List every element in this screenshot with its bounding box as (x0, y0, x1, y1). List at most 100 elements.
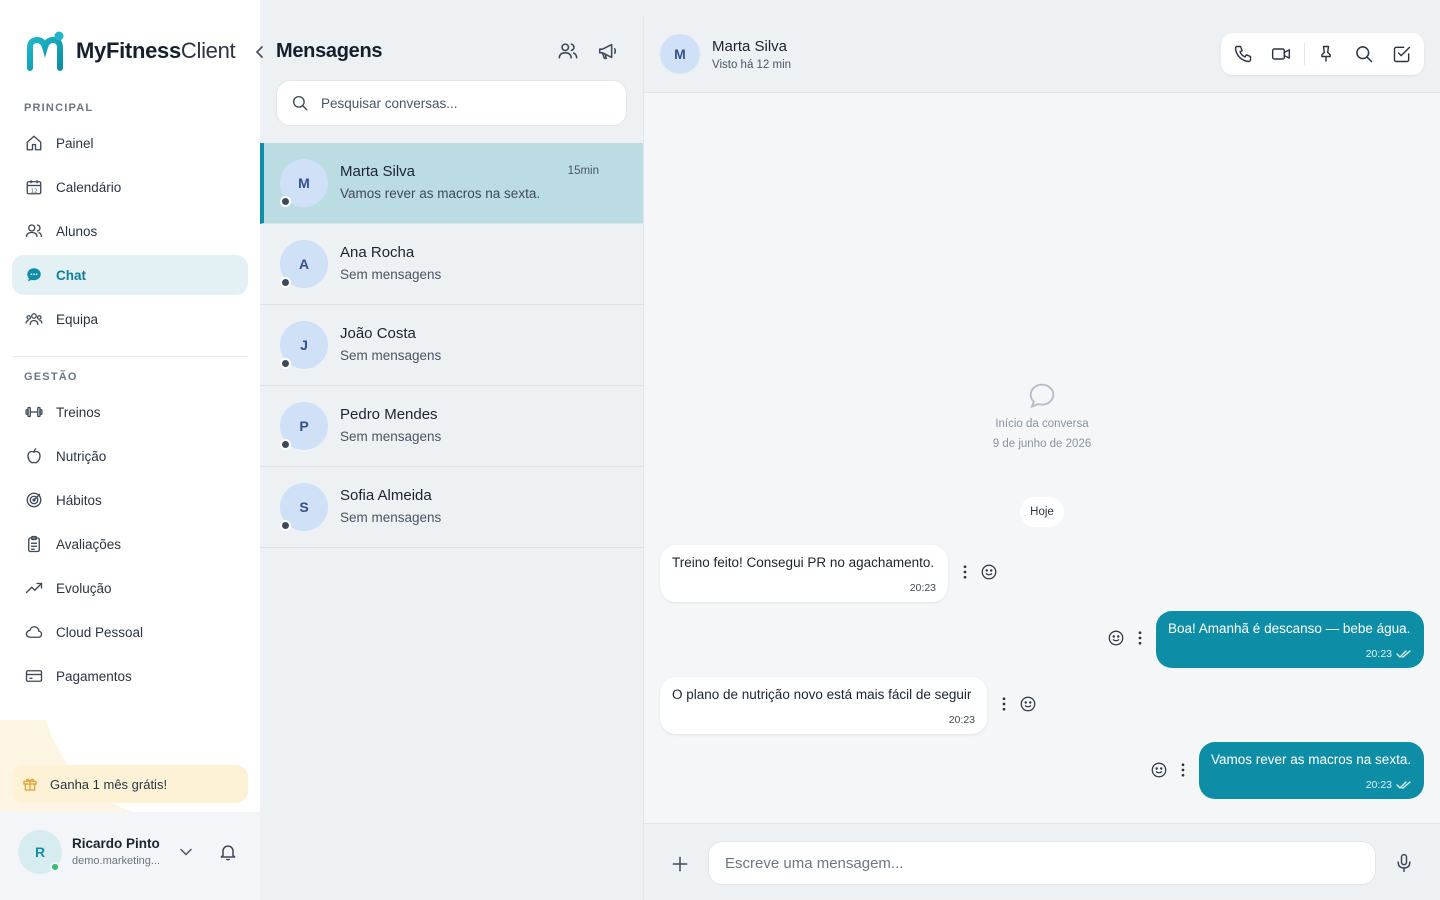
sidebar: MyFitnessClient PRINCIPAL Painel 12 Cale… (0, 0, 260, 900)
conversation-name: Marta Silva (340, 163, 416, 180)
message-text: Treino feito! Consegui PR no agachamento… (672, 555, 935, 570)
sidebar-item-label: Calendário (56, 179, 122, 195)
conversation-name: Ana Rocha (340, 244, 415, 261)
promo-banner[interactable]: Ganha 1 mês grátis! (12, 765, 248, 803)
video-camera-icon[interactable] (1271, 44, 1291, 64)
sidebar-item-pagamentos[interactable]: Pagamentos (12, 656, 248, 696)
sidebar-item-label: Cloud Pessoal (56, 624, 144, 640)
sidebar-item-label: Nutrição (56, 448, 107, 464)
emoji-icon[interactable] (1107, 629, 1125, 647)
message-text: Boa! Amanhã é descanso — bebe água. (1168, 621, 1411, 636)
conversation-start-label: Início da conversa (995, 418, 1089, 430)
microphone-icon[interactable] (1394, 853, 1414, 873)
conversation-time: 15min (567, 165, 599, 177)
sidebar-item-evolucao[interactable]: Evolução (12, 568, 248, 608)
user-card[interactable]: R Ricardo Pinto demo.marketing... (0, 812, 260, 900)
contact-status: Visto há 12 min (712, 59, 792, 71)
chat-bubble-icon (1026, 380, 1058, 412)
status-dot (280, 439, 291, 450)
group-users-icon[interactable] (557, 40, 579, 62)
conversation-preview: Sem mensagens (340, 348, 442, 363)
sidebar-item-nutricao[interactable]: Nutrição (12, 436, 248, 476)
message-bubble-outgoing[interactable]: Boa! Amanhã é descanso — bebe água. 20:2… (1156, 611, 1424, 668)
promo-label: Ganha 1 mês grátis! (50, 776, 168, 792)
task-checkbox-icon[interactable] (1392, 44, 1412, 64)
sidebar-item-cloud-pessoal[interactable]: Cloud Pessoal (12, 612, 248, 652)
cloud-icon (24, 622, 44, 642)
message-time: 20:23 (1366, 648, 1412, 660)
plus-icon[interactable] (670, 854, 690, 874)
dumbbell-icon (24, 402, 44, 422)
sidebar-item-alunos[interactable]: Alunos (12, 211, 248, 251)
contact-name[interactable]: Marta Silva (712, 38, 787, 55)
collapse-sidebar-button[interactable] (252, 40, 268, 64)
logo-icon (27, 31, 64, 71)
clipboard-icon (24, 534, 44, 554)
trend-icon (24, 578, 44, 598)
app-logo[interactable]: MyFitnessClient (26, 30, 236, 72)
sidebar-item-avaliacoes[interactable]: Avaliações (12, 524, 248, 564)
chat-toolbar (1221, 33, 1424, 75)
section-label-gestao: GESTÃO (24, 371, 78, 383)
emoji-icon[interactable] (1150, 761, 1168, 779)
more-vertical-icon[interactable] (1174, 761, 1192, 779)
message-bubble-outgoing[interactable]: Vamos rever as macros na sexta. 20:23 (1199, 742, 1424, 799)
conversation-item[interactable]: A Ana Rocha Sem mensagens (260, 224, 643, 305)
sidebar-item-habitos[interactable]: Hábitos (12, 480, 248, 520)
more-vertical-icon[interactable] (956, 563, 974, 581)
app-name: MyFitnessClient (76, 38, 236, 63)
more-vertical-icon[interactable] (1131, 629, 1149, 647)
phone-icon[interactable] (1233, 44, 1253, 64)
home-icon (24, 133, 44, 153)
sidebar-item-treinos[interactable]: Treinos (12, 392, 248, 432)
chat-icon (24, 265, 44, 285)
conversation-item[interactable]: P Pedro Mendes Sem mensagens (260, 386, 643, 467)
conversation-preview: Vamos rever as macros na sexta. (340, 186, 541, 201)
search-input[interactable] (321, 95, 601, 111)
megaphone-icon[interactable] (597, 40, 619, 62)
sidebar-item-label: Pagamentos (56, 668, 132, 684)
sidebar-item-label: Avaliações (56, 536, 122, 552)
message-time: 20:23 (948, 714, 975, 726)
sidebar-divider (12, 356, 248, 357)
sidebar-item-label: Chat (56, 267, 86, 283)
double-check-icon (1396, 650, 1411, 658)
emoji-icon[interactable] (1019, 695, 1037, 713)
bell-icon[interactable] (218, 842, 238, 862)
search-icon[interactable] (1354, 44, 1374, 64)
sidebar-item-painel[interactable]: Painel (12, 123, 248, 163)
sidebar-item-equipa[interactable]: Equipa (12, 299, 248, 339)
sidebar-item-label: Painel (56, 135, 94, 151)
sidebar-item-chat[interactable]: Chat (12, 255, 248, 295)
conversation-item[interactable]: J João Costa Sem mensagens (260, 305, 643, 386)
conversation-start: Início da conversa 9 de junho de 2026 (644, 380, 1440, 450)
conversation-item[interactable]: M Marta Silva Vamos rever as macros na s… (260, 143, 643, 224)
gift-icon (22, 776, 38, 792)
status-dot (280, 196, 291, 207)
conversation-preview: Sem mensagens (340, 267, 442, 282)
message-input[interactable] (708, 841, 1376, 885)
online-status-dot (50, 862, 60, 872)
page-title: Mensagens (276, 40, 383, 62)
message-bubble-incoming[interactable]: O plano de nutrição novo está mais fácil… (660, 677, 987, 734)
more-vertical-icon[interactable] (995, 695, 1013, 713)
day-separator: Hoje (1020, 497, 1064, 527)
conversation-item[interactable]: S Sofia Almeida Sem mensagens (260, 467, 643, 548)
pin-icon[interactable] (1316, 44, 1336, 64)
search-conversations[interactable] (276, 80, 627, 126)
conversation-preview: Sem mensagens (340, 510, 442, 525)
status-dot (280, 520, 291, 531)
sidebar-item-label: Alunos (56, 223, 98, 239)
chat-header: M Marta Silva Visto há 12 min (644, 16, 1440, 93)
team-icon (24, 309, 44, 329)
sidebar-item-label: Hábitos (56, 492, 102, 508)
double-check-icon (1396, 781, 1411, 789)
chevron-down-icon[interactable] (176, 842, 196, 862)
chat-panel: M Marta Silva Visto há 12 min Início da … (644, 16, 1440, 900)
apple-icon (24, 446, 44, 466)
users-icon (24, 221, 44, 241)
emoji-icon[interactable] (980, 563, 998, 581)
message-bubble-incoming[interactable]: Treino feito! Consegui PR no agachamento… (660, 545, 948, 602)
sidebar-item-calendario[interactable]: 12 Calendário (12, 167, 248, 207)
avatar[interactable]: M (660, 34, 700, 74)
